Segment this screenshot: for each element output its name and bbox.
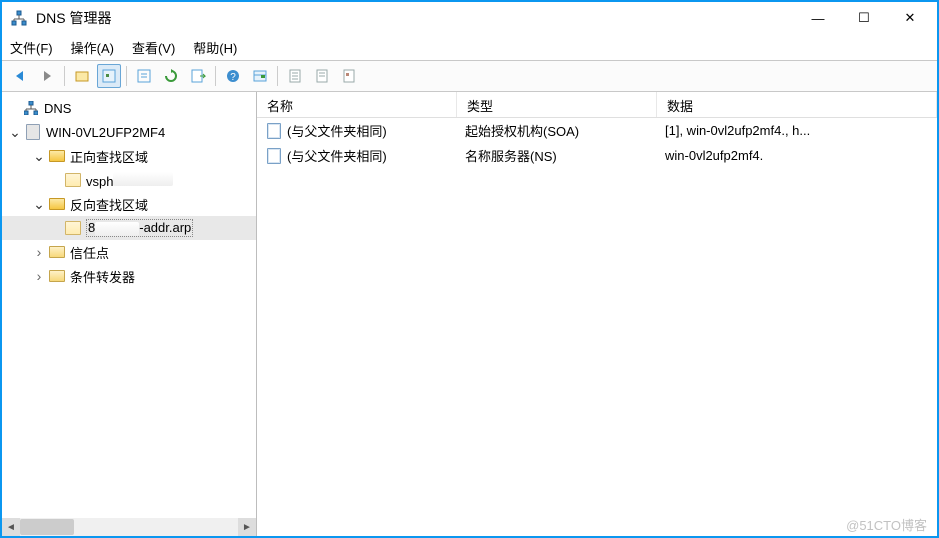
toolbar: ? — [2, 60, 937, 92]
server-icon — [24, 123, 42, 141]
nav-forward-button[interactable] — [35, 64, 59, 88]
content-area: DNS WIN-0VL2UFP2MF4 正向查找区域 vsph — [2, 92, 937, 536]
expander-closed-icon[interactable] — [32, 245, 46, 259]
app-icon — [10, 9, 28, 27]
record-icon — [265, 122, 283, 140]
nav-back-button[interactable] — [8, 64, 32, 88]
column-header-data[interactable]: 数据 — [657, 92, 937, 117]
window-controls: — ☐ ✕ — [795, 3, 933, 33]
toolbar-icon-9[interactable] — [337, 64, 361, 88]
window-title: DNS 管理器 — [36, 8, 795, 28]
watermark: @51CTO博客 — [846, 515, 927, 534]
tree-label: WIN-0VL2UFP2MF4 — [46, 125, 165, 140]
expander-open-icon[interactable] — [32, 197, 46, 211]
list-row[interactable]: (与父文件夹相同) 名称服务器(NS) win-0vl2ufp2mf4. — [257, 143, 937, 168]
tree-node-forward-zone[interactable]: 正向查找区域 — [2, 144, 256, 168]
toolbar-separator — [277, 66, 278, 86]
export-button[interactable] — [186, 64, 210, 88]
toolbar-icon-8[interactable] — [310, 64, 334, 88]
scroll-track[interactable] — [20, 518, 238, 536]
titlebar: DNS 管理器 — ☐ ✕ — [2, 2, 937, 34]
window-frame: DNS 管理器 — ☐ ✕ 文件(F) 操作(A) 查看(V) 帮助(H) ? — [0, 0, 939, 538]
maximize-button[interactable]: ☐ — [841, 3, 887, 33]
toolbar-icon-3[interactable] — [132, 64, 156, 88]
tree-body: DNS WIN-0VL2UFP2MF4 正向查找区域 vsph — [2, 92, 256, 518]
folder-open-icon — [48, 195, 66, 213]
toolbar-separator — [126, 66, 127, 86]
tree-label: 8-addr.arp — [86, 219, 193, 237]
tree-node-forward-item[interactable]: vsph — [2, 168, 256, 192]
tree-label: DNS — [44, 101, 71, 116]
folder-open-icon — [48, 147, 66, 165]
cell-type: 名称服务器(NS) — [457, 144, 657, 167]
menu-operate[interactable]: 操作(A) — [71, 38, 114, 57]
refresh-button[interactable] — [159, 64, 183, 88]
expander-closed-icon[interactable] — [32, 269, 46, 283]
minimize-button[interactable]: — — [795, 3, 841, 33]
scroll-thumb[interactable] — [20, 519, 74, 535]
tree-panel: DNS WIN-0VL2UFP2MF4 正向查找区域 vsph — [2, 92, 257, 536]
list-panel: 名称 类型 数据 (与父文件夹相同) 起始授权机构(SOA) [1], win-… — [257, 92, 937, 536]
tree-node-trust[interactable]: 信任点 — [2, 240, 256, 264]
expander-open-icon[interactable] — [32, 149, 46, 163]
close-button[interactable]: ✕ — [887, 3, 933, 33]
record-icon — [265, 147, 283, 165]
toolbar-separator — [64, 66, 65, 86]
tree-root-dns[interactable]: DNS — [2, 96, 256, 120]
tree-node-conditional[interactable]: 条件转发器 — [2, 264, 256, 288]
menu-bar: 文件(F) 操作(A) 查看(V) 帮助(H) — [2, 34, 937, 60]
zone-file-icon — [64, 219, 82, 237]
column-header-name[interactable]: 名称 — [257, 92, 457, 117]
menu-help[interactable]: 帮助(H) — [193, 38, 237, 57]
tree-label: 信任点 — [70, 243, 109, 262]
toolbar-icon-2[interactable] — [97, 64, 121, 88]
zone-file-icon — [64, 171, 82, 189]
list-row[interactable]: (与父文件夹相同) 起始授权机构(SOA) [1], win-0vl2ufp2m… — [257, 118, 937, 143]
toolbar-icon-1[interactable] — [70, 64, 94, 88]
tree-node-reverse-zone[interactable]: 反向查找区域 — [2, 192, 256, 216]
folder-icon — [48, 243, 66, 261]
tree-node-server[interactable]: WIN-0VL2UFP2MF4 — [2, 120, 256, 144]
cell-name: (与父文件夹相同) — [257, 144, 457, 167]
dns-root-icon — [22, 99, 40, 117]
folder-icon — [48, 267, 66, 285]
tree-label: 反向查找区域 — [70, 195, 148, 214]
tree-label: vsph — [86, 172, 173, 189]
expander-open-icon[interactable] — [8, 125, 22, 139]
tree-scrollbar-horizontal[interactable]: ◄ ► — [2, 518, 256, 536]
tree-label: 条件转发器 — [70, 267, 135, 286]
scroll-right-button[interactable]: ► — [238, 518, 256, 536]
cell-name: (与父文件夹相同) — [257, 119, 457, 142]
toolbar-icon-6[interactable] — [248, 64, 272, 88]
help-button[interactable]: ? — [221, 64, 245, 88]
cell-data: win-0vl2ufp2mf4. — [657, 146, 937, 165]
svg-text:?: ? — [230, 72, 236, 83]
cell-type: 起始授权机构(SOA) — [457, 119, 657, 142]
scroll-left-button[interactable]: ◄ — [2, 518, 20, 536]
expander-icon — [6, 101, 20, 115]
cell-data: [1], win-0vl2ufp2mf4., h... — [657, 121, 937, 140]
toolbar-icon-7[interactable] — [283, 64, 307, 88]
list-body: (与父文件夹相同) 起始授权机构(SOA) [1], win-0vl2ufp2m… — [257, 118, 937, 536]
tree-node-reverse-item[interactable]: 8-addr.arp — [2, 216, 256, 240]
toolbar-separator — [215, 66, 216, 86]
menu-file[interactable]: 文件(F) — [10, 38, 53, 57]
tree-label: 正向查找区域 — [70, 147, 148, 166]
column-header-type[interactable]: 类型 — [457, 92, 657, 117]
list-header: 名称 类型 数据 — [257, 92, 937, 118]
menu-view[interactable]: 查看(V) — [132, 38, 175, 57]
